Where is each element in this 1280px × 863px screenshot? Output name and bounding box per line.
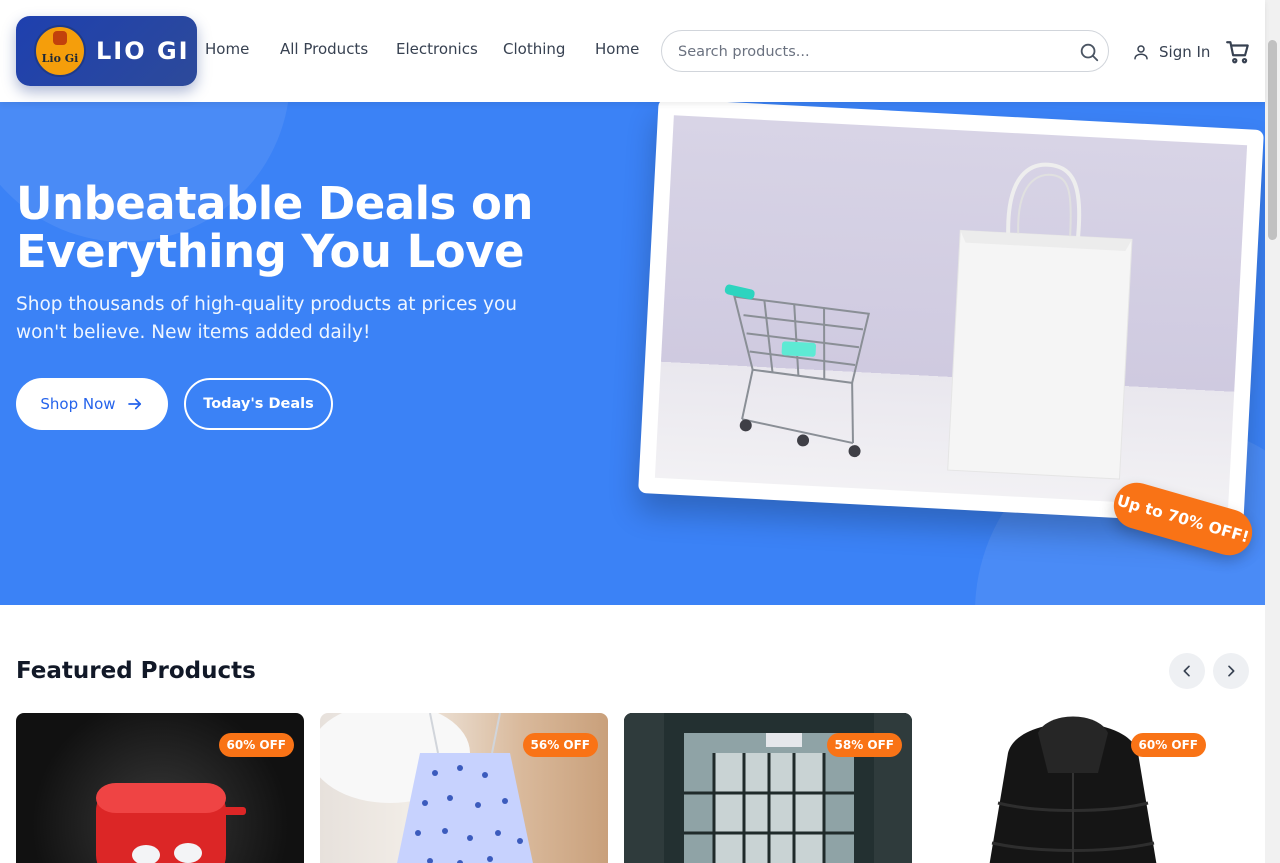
product-card[interactable]: 56% OFF bbox=[320, 713, 608, 863]
mascot-icon bbox=[53, 31, 67, 45]
nav-electronics[interactable]: Electronics bbox=[396, 40, 478, 58]
discount-tag: 60% OFF bbox=[218, 733, 294, 757]
todays-deals-button[interactable]: Today's Deals bbox=[184, 378, 333, 430]
nav-clothing[interactable]: Clothing bbox=[503, 40, 565, 58]
scrollbar-thumb[interactable] bbox=[1268, 40, 1277, 240]
hero-title: Unbeatable Deals on Everything You Love bbox=[16, 177, 533, 278]
arrow-right-icon bbox=[127, 398, 141, 410]
chevron-left-icon bbox=[1183, 665, 1190, 677]
brand-logo[interactable]: Lio Gi LIO GI bbox=[16, 16, 197, 86]
product-card[interactable]: 60% OFF bbox=[16, 713, 304, 863]
nav-home[interactable]: Home bbox=[205, 40, 249, 58]
product-card[interactable]: 60% OFF bbox=[928, 713, 1216, 863]
nav-home-2[interactable]: Home bbox=[595, 40, 639, 58]
hero-banner: Unbeatable Deals on Everything You Love … bbox=[0, 102, 1265, 605]
discount-tag: 58% OFF bbox=[826, 733, 902, 757]
shopping-cart-bag-illustration bbox=[724, 162, 1133, 480]
carousel-next-button[interactable] bbox=[1213, 653, 1249, 689]
featured-products-title: Featured Products bbox=[16, 658, 256, 684]
carousel-prev-button[interactable] bbox=[1169, 653, 1205, 689]
brand-name: LIO GI bbox=[96, 37, 190, 65]
nav-all-products[interactable]: All Products bbox=[280, 40, 368, 58]
cart-icon[interactable] bbox=[1225, 39, 1251, 65]
sign-in-label: Sign In bbox=[1159, 43, 1211, 61]
product-card[interactable]: 58% OFF bbox=[624, 713, 912, 863]
site-header: Lio Gi LIO GI Home All Products Electron… bbox=[0, 0, 1265, 102]
chevron-right-icon bbox=[1228, 665, 1235, 677]
shop-now-label: Shop Now bbox=[40, 395, 116, 413]
hero-image-frame bbox=[638, 102, 1264, 525]
page: Lio Gi LIO GI Home All Products Electron… bbox=[0, 0, 1280, 863]
search-bar bbox=[661, 30, 1109, 72]
search-input[interactable] bbox=[678, 41, 1068, 63]
discount-tag: 60% OFF bbox=[1130, 733, 1206, 757]
logo-badge: Lio Gi bbox=[34, 25, 86, 77]
hero-subtitle: Shop thousands of high-quality products … bbox=[16, 294, 517, 343]
hero-image bbox=[654, 115, 1248, 508]
discount-tag: 56% OFF bbox=[522, 733, 598, 757]
page-scrollbar[interactable] bbox=[1265, 0, 1280, 863]
sign-in-link[interactable]: Sign In bbox=[1132, 40, 1210, 64]
logo-badge-text: Lio Gi bbox=[41, 51, 79, 65]
user-icon bbox=[1134, 45, 1148, 60]
search-icon[interactable] bbox=[1078, 41, 1100, 63]
shop-now-button[interactable]: Shop Now bbox=[16, 378, 168, 430]
